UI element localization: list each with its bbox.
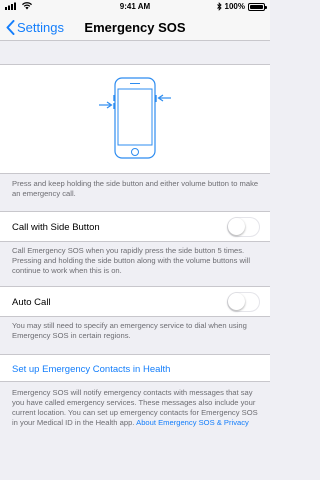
auto-call-label: Auto Call bbox=[12, 297, 51, 308]
side-buttons-illustration bbox=[0, 64, 270, 174]
battery-full-icon bbox=[248, 2, 267, 11]
auto-call-footer: You may still need to specify an emergen… bbox=[12, 321, 247, 340]
battery-percent: 100% bbox=[224, 2, 245, 11]
emergency-sos-screen: 9:41 AM 100% Settings Emergency SOS Pres… bbox=[0, 0, 270, 480]
bluetooth-icon bbox=[216, 2, 222, 11]
navigation-bar: Settings Emergency SOS bbox=[0, 14, 270, 41]
call-with-side-button-footer: Call Emergency SOS when you rapidly pres… bbox=[12, 246, 251, 275]
emergency-contacts-row[interactable]: Set up Emergency Contacts in Health bbox=[0, 354, 270, 382]
call-with-side-button-row: Call with Side Button bbox=[0, 211, 270, 242]
auto-call-row: Auto Call bbox=[0, 286, 270, 317]
page-title: Emergency SOS bbox=[84, 20, 186, 35]
call-with-side-button-label: Call with Side Button bbox=[12, 222, 100, 233]
auto-call-toggle[interactable] bbox=[227, 292, 260, 312]
status-right: 100% bbox=[216, 2, 267, 11]
emergency-contacts-footer: Emergency SOS will notify emergency cont… bbox=[12, 388, 262, 428]
about-emergency-sos-privacy-link[interactable]: About Emergency SOS & Privacy bbox=[136, 418, 249, 427]
phone-side-buttons-icon bbox=[99, 77, 171, 159]
set-up-emergency-contacts-link[interactable]: Set up Emergency Contacts in Health bbox=[12, 364, 170, 375]
sos-description: Press and keep holding the side button a… bbox=[12, 179, 259, 198]
call-with-side-button-toggle[interactable] bbox=[227, 217, 260, 237]
status-bar: 9:41 AM 100% bbox=[0, 0, 270, 14]
